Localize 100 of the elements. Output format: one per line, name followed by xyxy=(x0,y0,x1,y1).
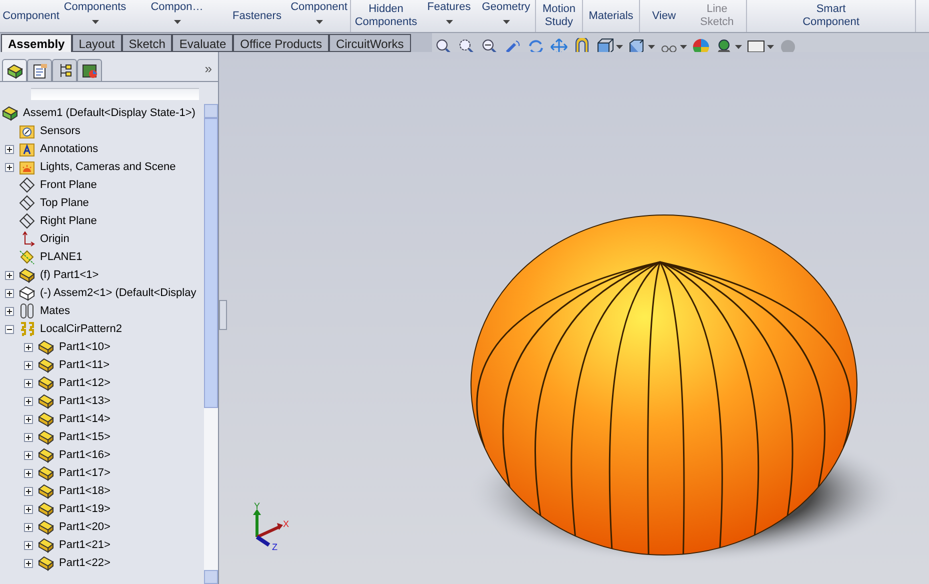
tree-item[interactable]: Part1<16> xyxy=(59,446,110,464)
part-icon xyxy=(38,429,54,445)
tab[interactable]: Evaluate xyxy=(172,34,234,52)
assembly-icon xyxy=(19,285,35,301)
ribbon-button[interactable]: Smart Component xyxy=(747,0,915,32)
expand-icon[interactable] xyxy=(24,504,33,514)
filter-field[interactable] xyxy=(31,88,199,100)
expand-icon[interactable] xyxy=(24,342,33,352)
pattern-icon xyxy=(19,321,35,337)
part-icon xyxy=(38,357,54,373)
caret-icon xyxy=(767,44,774,48)
tree-item[interactable]: Part1<11> xyxy=(59,356,110,374)
tree-item[interactable]: Part1<19> xyxy=(59,500,110,518)
ribbon-button[interactable]: Component xyxy=(288,0,350,32)
scrollbar[interactable] xyxy=(204,104,218,584)
ribbon-button[interactable]: Hidden Components xyxy=(351,0,421,32)
tree-item[interactable]: Part1<20> xyxy=(59,518,110,536)
expand-icon[interactable] xyxy=(5,144,14,154)
ribbon-button[interactable]: Materials xyxy=(583,0,639,32)
tree-item[interactable]: Part1<15> xyxy=(59,428,110,446)
ribbon-button[interactable]: Geometry xyxy=(477,0,535,32)
tree-item[interactable]: Sensors xyxy=(40,122,80,140)
tab[interactable]: Sketch xyxy=(122,34,172,52)
caret-icon xyxy=(616,44,623,48)
paperclip-icon xyxy=(19,303,35,319)
panel-tab[interactable] xyxy=(77,59,102,81)
part-icon xyxy=(19,267,35,283)
panel-tab[interactable] xyxy=(52,59,77,81)
axis-triad-drawing: Y X Z xyxy=(247,501,295,551)
ribbon-button[interactable]: Features xyxy=(421,0,477,32)
ribbon-button[interactable]: Fasteners xyxy=(226,0,288,32)
caret-icon xyxy=(735,44,742,48)
tree-item[interactable]: Top Plane xyxy=(40,194,89,212)
expand-icon[interactable] xyxy=(24,540,33,550)
tree-item[interactable]: Part1<12> xyxy=(59,374,110,392)
tree-item[interactable]: Part1<14> xyxy=(59,410,110,428)
tree-item[interactable]: LocalCirPattern2 xyxy=(40,320,122,338)
feature-tree-icon xyxy=(6,62,22,78)
expand-icon[interactable] xyxy=(5,306,14,316)
expand-icon[interactable] xyxy=(5,270,14,280)
expand-icon[interactable] xyxy=(5,162,14,172)
tree-item[interactable]: Part1<21> xyxy=(59,536,110,554)
expand-icon[interactable] xyxy=(24,450,33,460)
ribbon-button[interactable]: Motion Study xyxy=(536,0,582,32)
tab[interactable]: Assembly xyxy=(1,34,72,52)
tree-item[interactable]: Annotations xyxy=(40,140,98,158)
tree-item[interactable]: Part1<10> xyxy=(59,338,110,356)
part-icon xyxy=(38,411,54,427)
tree-item[interactable]: (-) Assem2<1> (Default<Display xyxy=(40,284,196,302)
ribbon-button[interactable]: Component xyxy=(0,0,62,32)
panel-tab[interactable] xyxy=(2,59,27,81)
plane-icon xyxy=(19,213,35,229)
panel-tab[interactable] xyxy=(27,59,52,81)
expand-icon[interactable] xyxy=(24,522,33,532)
tree-item[interactable]: Right Plane xyxy=(40,212,97,230)
expand-icon[interactable] xyxy=(24,558,33,568)
part-icon xyxy=(38,375,54,391)
part-icon xyxy=(38,519,54,535)
tree-item[interactable]: Part1<17> xyxy=(59,464,110,482)
tree-item[interactable]: Origin xyxy=(40,230,70,248)
part-icon xyxy=(38,501,54,517)
tab[interactable]: CircuitWorks xyxy=(328,34,411,52)
expand-icon[interactable] xyxy=(24,396,33,406)
ribbon-button[interactable]: Components xyxy=(62,0,128,32)
tree-item[interactable]: PLANE1 xyxy=(40,248,82,266)
part-icon xyxy=(38,483,54,499)
tab[interactable]: Office Products xyxy=(233,34,329,52)
tree-item[interactable]: Part1<22> xyxy=(59,554,110,572)
part-icon xyxy=(38,339,54,355)
expand-icon[interactable] xyxy=(24,414,33,424)
sensor-folder-icon xyxy=(19,123,35,139)
tree-item[interactable]: Lights, Cameras and Scene xyxy=(40,158,176,176)
expand-icon[interactable] xyxy=(24,468,33,478)
splitter-handle[interactable] xyxy=(219,300,227,330)
expand-icon[interactable] xyxy=(24,432,33,442)
tree-item[interactable]: Part1<13> xyxy=(59,392,110,410)
ribbon-button[interactable]: Compon… xyxy=(128,0,226,32)
tree-item[interactable]: (f) Part1<1> xyxy=(40,266,99,284)
tree-item[interactable]: Front Plane xyxy=(40,176,97,194)
annotation-folder-icon xyxy=(19,141,35,157)
caret-icon xyxy=(92,20,98,24)
tree-item[interactable]: Part1<18> xyxy=(59,482,110,500)
tree-item[interactable]: Mates xyxy=(40,302,70,320)
expand-icon[interactable] xyxy=(24,378,33,388)
expand-icon[interactable] xyxy=(5,288,14,298)
part-icon xyxy=(38,537,54,553)
caret-icon xyxy=(680,44,687,48)
tab[interactable]: Layout xyxy=(72,34,122,52)
expand-icon[interactable] xyxy=(24,486,33,496)
expand-icon[interactable] xyxy=(24,360,33,370)
clipboard-icon xyxy=(32,62,48,78)
ribbon-button[interactable]: View xyxy=(640,0,688,32)
picture-icon xyxy=(82,62,98,78)
tree-item[interactable]: Assem1 (Default<Display State-1>) xyxy=(23,104,196,122)
plane-icon xyxy=(19,249,35,265)
more-tabs-chevron[interactable]: » xyxy=(204,58,212,78)
caret-icon xyxy=(316,20,322,24)
collapse-icon[interactable] xyxy=(5,324,14,334)
caret-icon xyxy=(446,20,452,24)
plane-icon xyxy=(19,177,35,193)
